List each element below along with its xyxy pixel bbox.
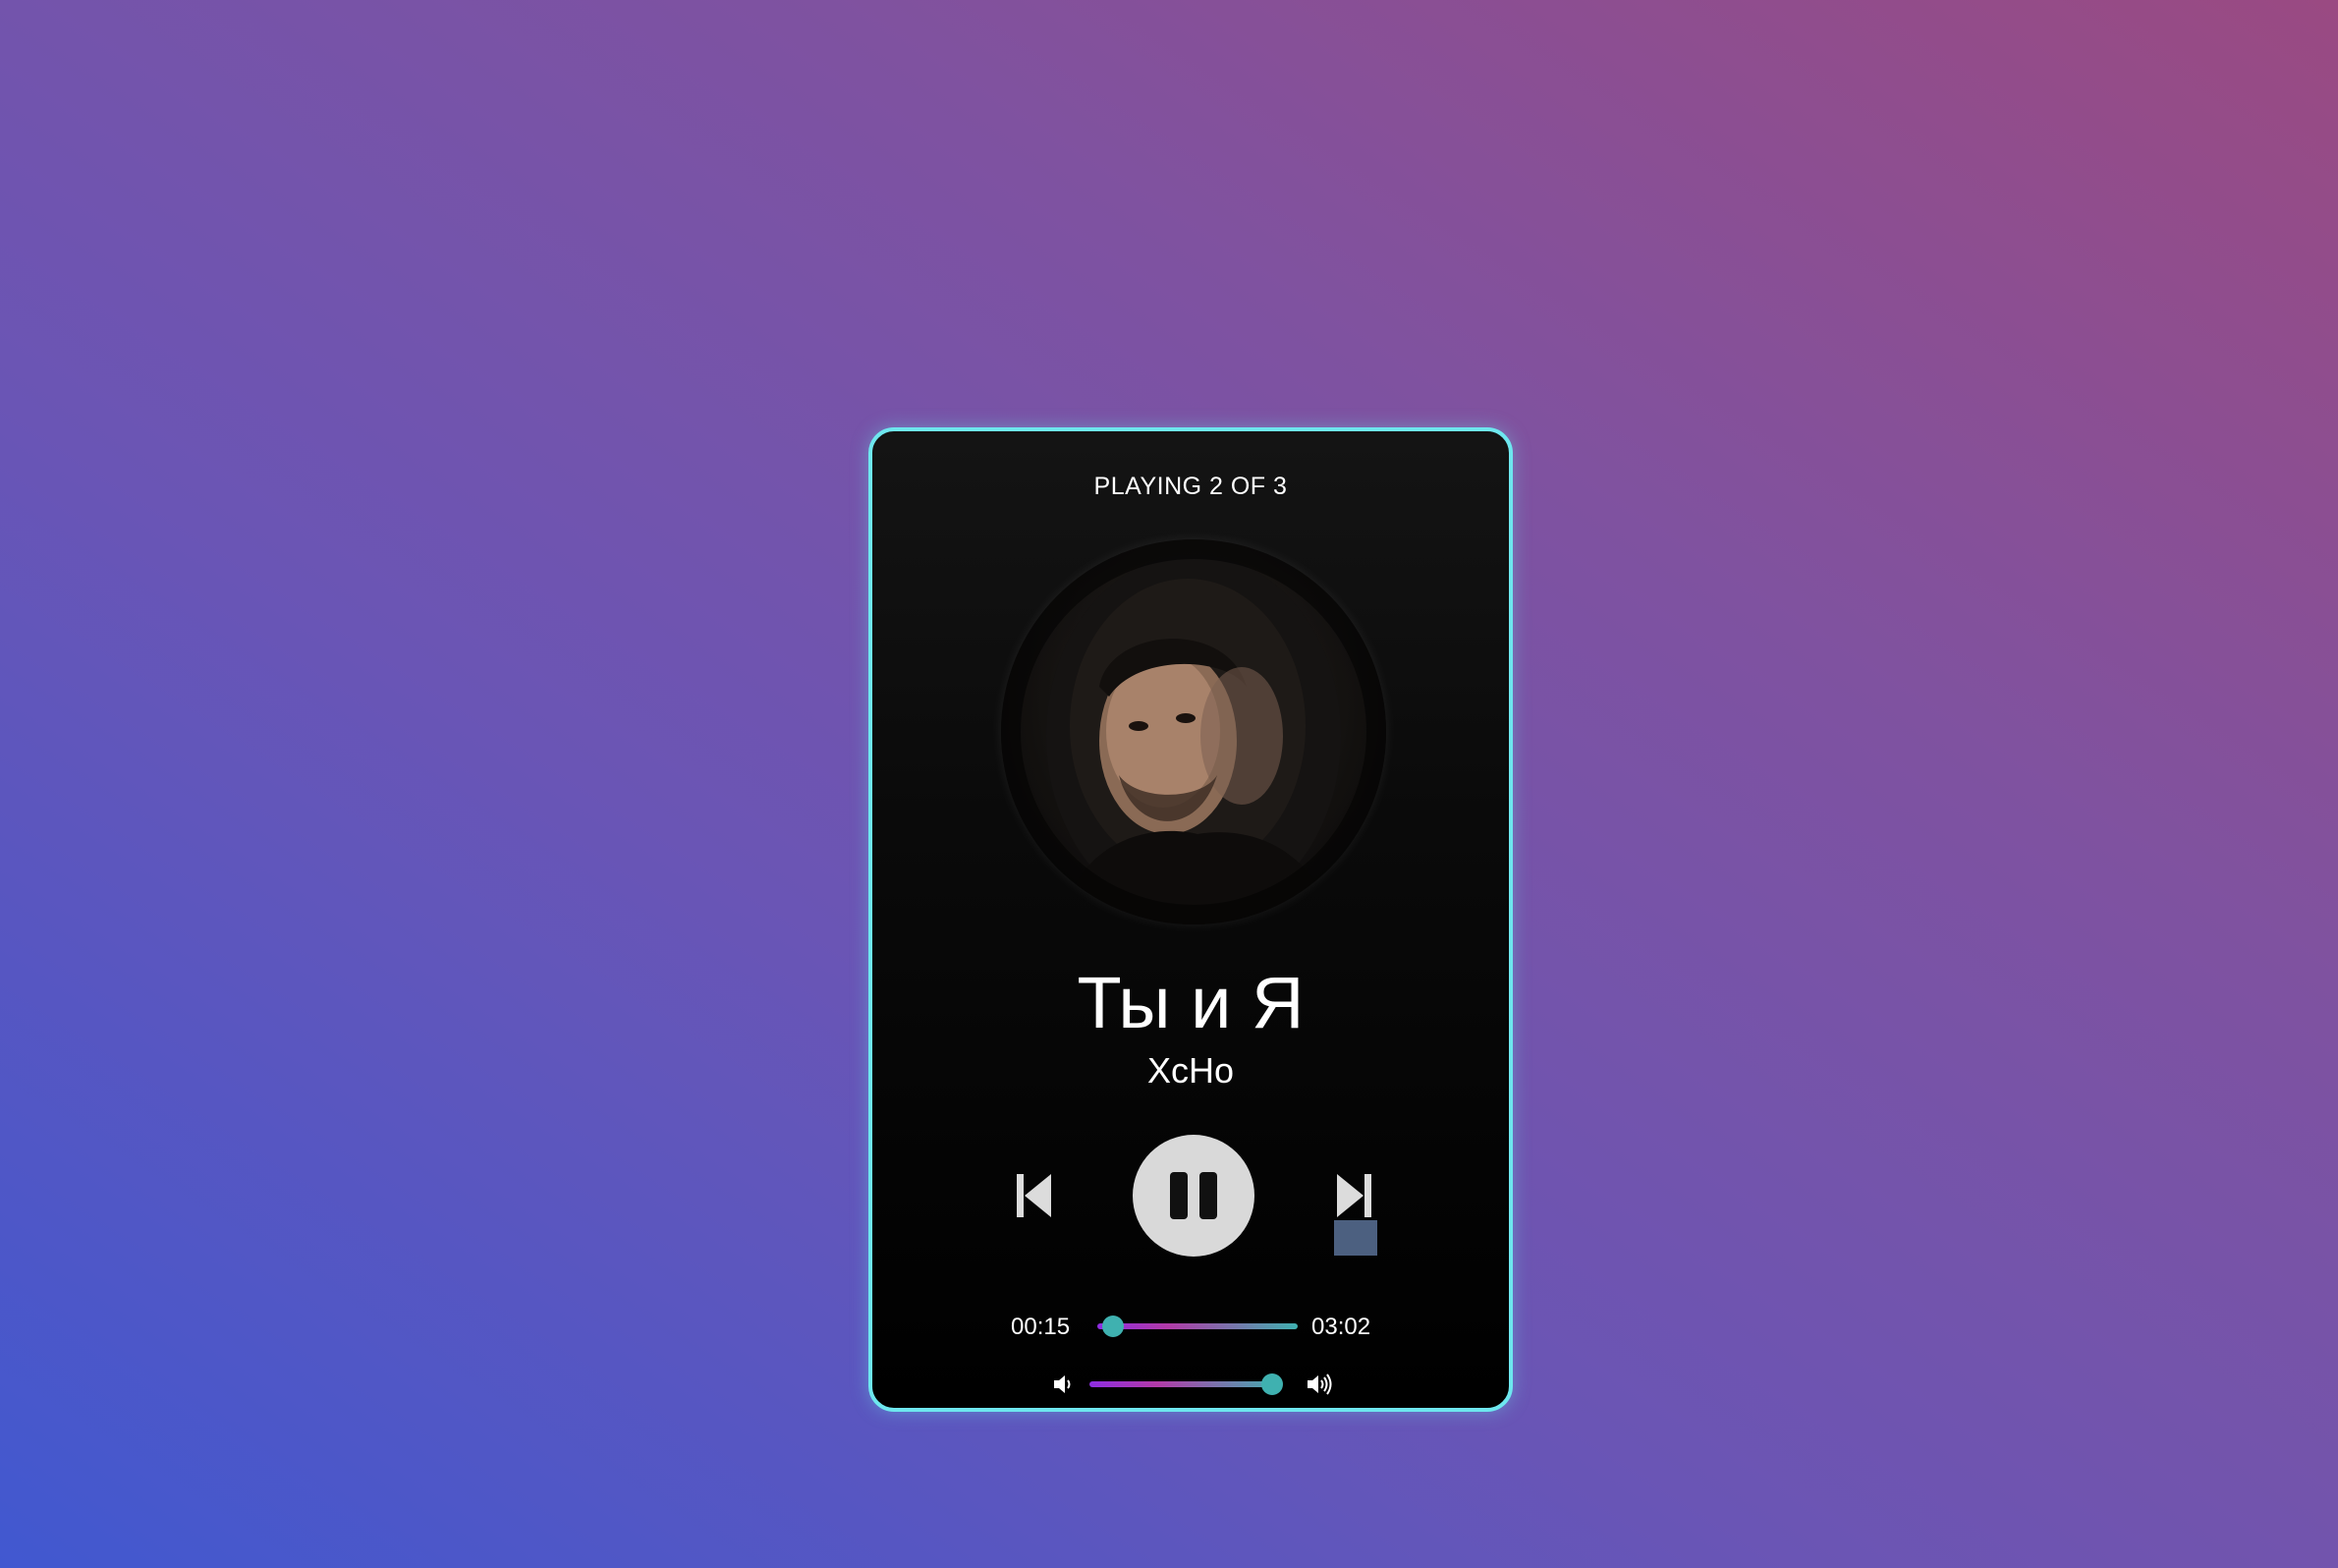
progress-slider[interactable] (1097, 1316, 1298, 1337)
current-time: 00:15 (1011, 1314, 1071, 1340)
total-duration: 03:02 (1311, 1314, 1371, 1340)
next-button-focus-indicator (1334, 1220, 1377, 1256)
next-track-button[interactable] (1334, 1172, 1373, 1219)
progress-slider-thumb[interactable] (1102, 1316, 1125, 1337)
volume-slider-thumb[interactable] (1261, 1373, 1284, 1395)
artist-name: XcHo (1146, 1050, 1235, 1091)
skip-back-icon (1017, 1174, 1051, 1217)
volume-high-icon[interactable] (1305, 1371, 1332, 1398)
playlist-position: PLAYING 2 OF 3 (1093, 473, 1288, 500)
skip-forward-icon (1337, 1174, 1371, 1217)
volume-slider[interactable] (1089, 1373, 1284, 1395)
track-title: Ты и Я (1077, 962, 1305, 1043)
album-art (1001, 539, 1386, 924)
previous-track-button[interactable] (1015, 1172, 1054, 1219)
volume-low-icon[interactable] (1050, 1371, 1078, 1398)
play-pause-button[interactable] (1133, 1135, 1254, 1257)
pause-icon (1170, 1172, 1217, 1219)
music-player-card: PLAYING 2 OF 3 Ты и Я XcHo 00:15 03:02 (868, 427, 1513, 1412)
